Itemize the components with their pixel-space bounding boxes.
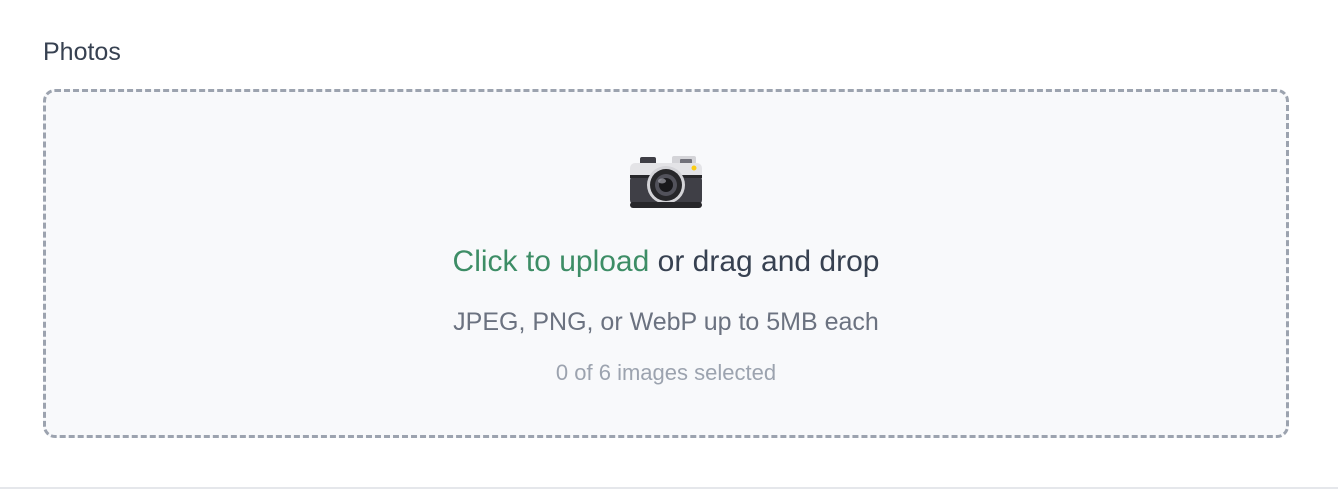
file-type-hint: JPEG, PNG, or WebP up to 5MB each: [453, 308, 879, 336]
camera-icon: [46, 155, 1286, 211]
photo-upload-dropzone[interactable]: Click to upload or drag and drop JPEG, P…: [43, 89, 1289, 438]
section-divider: [0, 487, 1338, 489]
dropzone-instructions: Click to upload or drag and drop: [46, 242, 1286, 282]
selected-count: 0 of 6 images selected: [555, 360, 777, 385]
photos-field-label: Photos: [43, 38, 121, 66]
drag-and-drop-text: or drag and drop: [649, 245, 880, 278]
click-to-upload-link[interactable]: Click to upload: [453, 245, 650, 278]
